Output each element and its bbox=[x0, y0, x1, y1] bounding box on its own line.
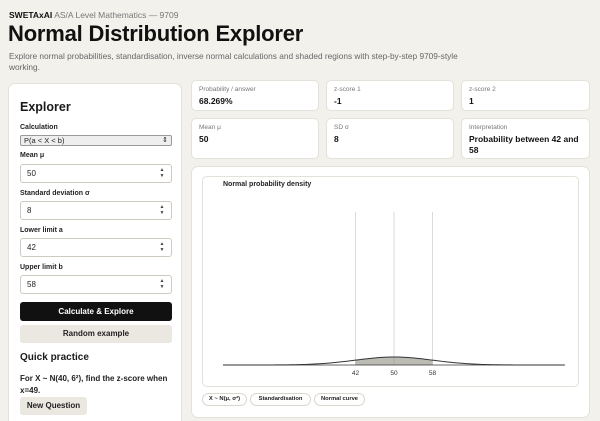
interpretation-value: Probability between 42 and 58 bbox=[469, 134, 579, 155]
new-question-button[interactable]: New Question bbox=[20, 397, 87, 415]
probability-value: 68.269% bbox=[199, 96, 233, 106]
lower-limit-label: Lower limit a bbox=[20, 227, 63, 234]
page-title: Normal Distribution Explorer bbox=[8, 21, 304, 46]
lower-limit-input[interactable]: 42 ▲ ▼ bbox=[20, 238, 172, 257]
stepper-icon[interactable]: ▲ ▼ bbox=[159, 204, 165, 216]
tab-normal-curve[interactable]: Normal curve bbox=[314, 393, 365, 406]
chart-card: Normal probability density 42 50 58 X ~ N(… bbox=[191, 166, 590, 418]
calculation-select[interactable]: P(a < X < b) ⇕ bbox=[20, 135, 172, 146]
sd-card-value: 8 bbox=[334, 134, 339, 144]
upper-limit-input[interactable]: 58 ▲ ▼ bbox=[20, 275, 172, 294]
calculation-label: Calculation bbox=[20, 124, 58, 131]
z1-label: z-score 1 bbox=[334, 86, 361, 93]
chart-frame: Normal probability density 42 50 58 bbox=[202, 176, 579, 387]
page-description: Explore normal probabilities, standardis… bbox=[9, 51, 458, 72]
z2-label: z-score 2 bbox=[469, 86, 496, 93]
random-example-button[interactable]: Random example bbox=[20, 325, 172, 343]
mean-input-value: 50 bbox=[27, 169, 36, 178]
lower-limit-value: 42 bbox=[27, 243, 36, 252]
shaded-region bbox=[355, 357, 433, 365]
normal-curve-chart: 42 50 58 bbox=[223, 212, 565, 377]
z2-card: z-score 2 1 bbox=[461, 80, 590, 111]
mean-label: Mean μ bbox=[20, 152, 45, 159]
sd-label: Standard deviation σ bbox=[20, 190, 90, 197]
upper-limit-label: Upper limit b bbox=[20, 264, 63, 271]
sd-input[interactable]: 8 ▲ ▼ bbox=[20, 201, 172, 220]
app-header: SWETAxAI AS/A Level Mathematics — 9709 bbox=[9, 10, 178, 20]
explorer-panel: Explorer Calculation P(a < X < b) ⇕ Mean… bbox=[8, 83, 182, 421]
sd-card: SD σ 8 bbox=[326, 118, 454, 159]
quick-practice-heading: Quick practice bbox=[20, 352, 89, 363]
mean-input[interactable]: 50 ▲ ▼ bbox=[20, 164, 172, 183]
probability-label: Probability / answer bbox=[199, 86, 256, 93]
stepper-icon[interactable]: ▲ ▼ bbox=[159, 167, 165, 179]
interpretation-label: Interpretation bbox=[469, 124, 508, 131]
upper-limit-value: 58 bbox=[27, 280, 36, 289]
z1-card: z-score 1 -1 bbox=[326, 80, 454, 111]
probability-card: Probability / answer 68.269% bbox=[191, 80, 319, 111]
x-tick-label: 42 bbox=[352, 370, 360, 377]
stepper-icon[interactable]: ▲ ▼ bbox=[159, 278, 165, 290]
mean-card-value: 50 bbox=[199, 134, 209, 144]
course-name: AS/A Level Mathematics — 9709 bbox=[54, 10, 179, 20]
practice-question: For X ~ N(40, 6²), find the z-score when… bbox=[20, 374, 168, 395]
tab-distribution[interactable]: X ~ N(μ, σ²) bbox=[202, 393, 247, 406]
z1-value: -1 bbox=[334, 96, 342, 106]
mean-card: Mean μ 50 bbox=[191, 118, 319, 159]
sd-input-value: 8 bbox=[27, 206, 32, 215]
mean-card-label: Mean μ bbox=[199, 124, 221, 131]
calculation-select-value: P(a < X < b) bbox=[24, 136, 65, 145]
calculate-button[interactable]: Calculate & Explore bbox=[20, 302, 172, 321]
stepper-icon[interactable]: ▲ ▼ bbox=[159, 241, 165, 253]
brand-name: SWETAxAI bbox=[9, 10, 53, 20]
sd-card-label: SD σ bbox=[334, 124, 349, 131]
tab-standardisation[interactable]: Standardisation bbox=[250, 393, 311, 406]
x-tick-label: 50 bbox=[390, 370, 398, 377]
select-arrows-icon: ⇕ bbox=[162, 137, 168, 144]
x-tick-label: 58 bbox=[429, 370, 437, 377]
explorer-heading: Explorer bbox=[20, 100, 71, 114]
interpretation-card: Interpretation Probability between 42 an… bbox=[461, 118, 590, 159]
z2-value: 1 bbox=[469, 96, 474, 106]
